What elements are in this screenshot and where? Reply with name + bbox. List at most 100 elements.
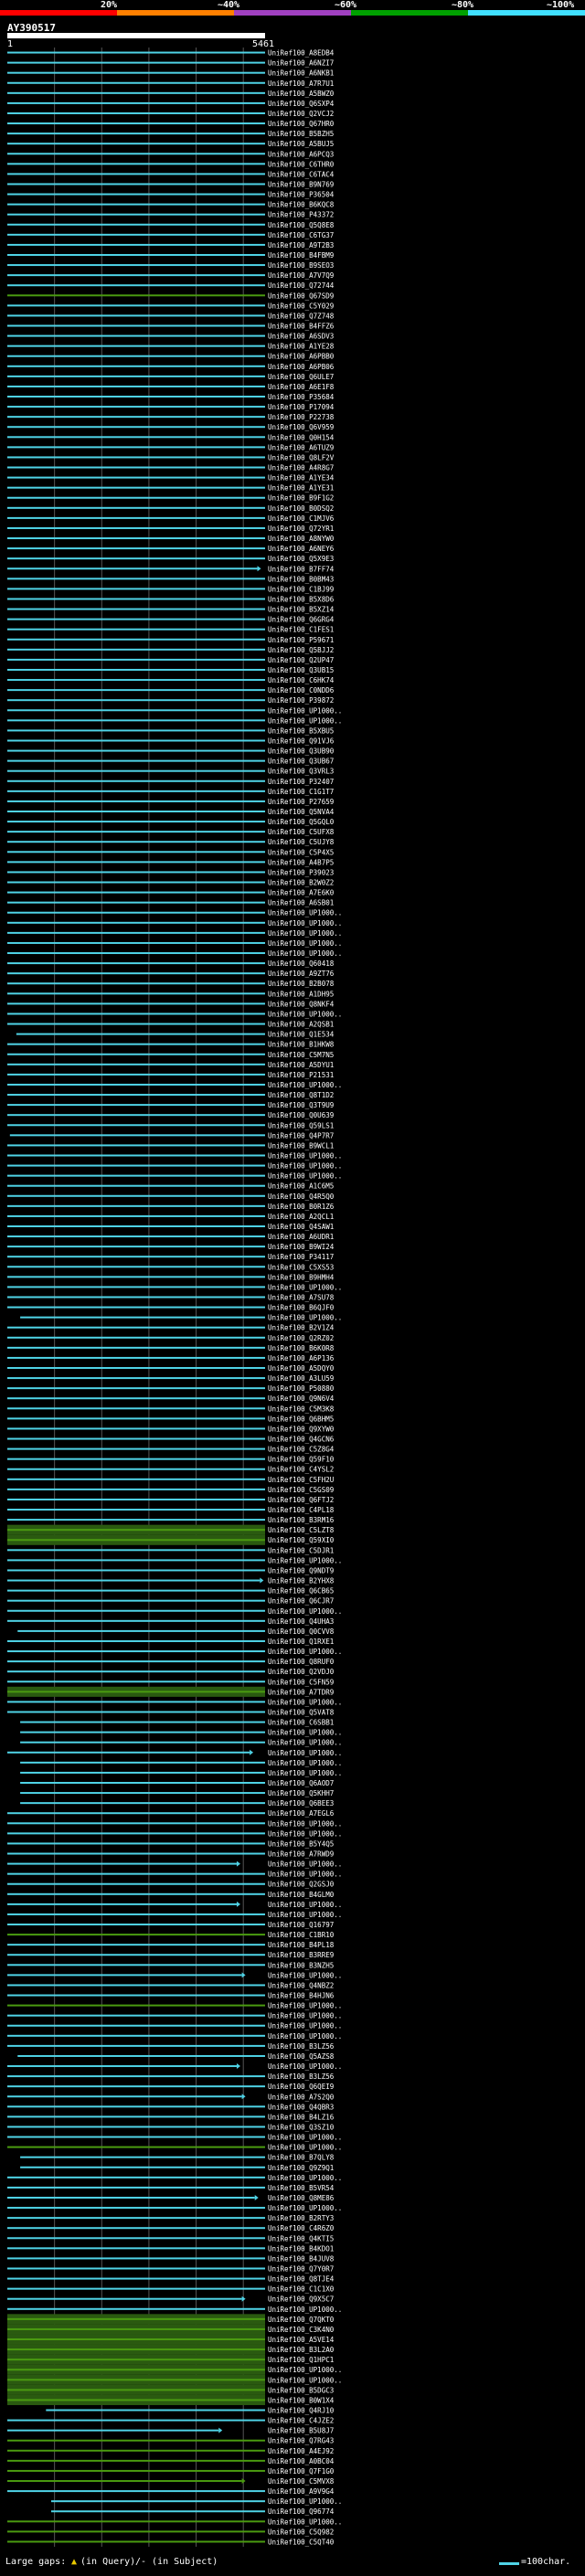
hit-label[interactable]: UniRef100_B5U8J7 [268,2427,334,2435]
hit-label[interactable]: UniRef100_Q6SXP4 [268,100,335,108]
hit-label[interactable]: UniRef100_UP1000.. [268,1819,342,1828]
hit-bar[interactable] [7,2287,265,2290]
hit-bar[interactable] [7,253,265,256]
hit-bar[interactable] [7,1447,265,1450]
hit-label[interactable]: UniRef100_C5Q982 [268,2528,334,2536]
hit-bar[interactable] [7,668,265,671]
hit-label[interactable]: UniRef100_A6P136 [268,1354,335,1362]
hit-label[interactable]: UniRef100_A0BC04 [268,2457,335,2465]
hit-label[interactable]: UniRef100_Q4QBR3 [268,2103,334,2111]
hit-label[interactable]: UniRef100_B5VR54 [268,2184,335,2192]
hit-bar[interactable] [7,486,265,489]
hit-label[interactable]: UniRef100_A7S2Q0 [268,2093,335,2101]
hit-bar[interactable] [7,466,265,469]
hit-label[interactable]: UniRef100_UP1000.. [268,1911,342,1919]
hit-bar[interactable] [7,2277,265,2280]
hit-label[interactable]: UniRef100_A1C6M5 [268,1182,334,1191]
hit-bar[interactable] [7,2227,265,2230]
hit-label[interactable]: UniRef100_B2YHX8 [268,1577,335,1585]
hit-bar[interactable] [7,1619,265,1622]
hit-label[interactable]: UniRef100_Q5GQL0 [268,818,335,826]
hit-label[interactable]: UniRef100_C5FN59 [268,1678,334,1686]
hit-bar[interactable] [7,2146,265,2148]
hit-bar[interactable] [7,557,265,560]
hit-label[interactable]: UniRef100_B3NZH5 [268,1961,334,1969]
hit-label[interactable]: UniRef100_Q0U639 [268,1111,334,1119]
hit-bar[interactable] [7,1519,265,1521]
hit-label[interactable]: UniRef100_B2RTY3 [268,2214,334,2222]
hit-label[interactable]: UniRef100_A8NYW0 [268,535,335,543]
hit-bar[interactable] [7,2176,265,2178]
hit-label[interactable]: UniRef100_Q5VAT8 [268,1708,335,1716]
hit-bar[interactable] [7,2105,265,2108]
hit-bar[interactable] [7,1822,265,1825]
hit-label[interactable]: UniRef100_UP1000.. [268,949,342,958]
hit-label[interactable]: UniRef100_A6E1F8 [268,383,335,391]
hit-bar[interactable] [7,1660,265,1663]
hit-label[interactable]: UniRef100_B5BZH5 [268,130,334,138]
hit-bar[interactable] [7,61,265,64]
hit-bar[interactable] [7,547,265,550]
hit-label[interactable]: UniRef100_C1FES1 [268,626,334,634]
hit-bar[interactable] [7,1437,265,1440]
hit-label[interactable]: UniRef100_A5DYU1 [268,1061,334,1069]
hit-bar[interactable] [7,304,265,307]
hit-bar[interactable] [7,1104,265,1107]
hit-label[interactable]: UniRef100_P22738 [268,413,335,421]
hit-bar[interactable] [7,223,265,226]
hit-bar[interactable] [7,1164,265,1167]
hit-label[interactable]: UniRef100_Q91VJ6 [268,737,335,745]
hit-label[interactable]: UniRef100_Q4GCN6 [268,1436,335,1444]
hit-label[interactable]: UniRef100_A6UDR1 [268,1233,334,1241]
hit-label[interactable]: UniRef100_UP1000.. [268,909,342,917]
hit-label[interactable]: UniRef100_UP1000.. [268,2518,342,2526]
hit-label[interactable]: UniRef100_B9HMH4 [268,1273,335,1281]
hit-label[interactable]: UniRef100_Q6QEI9 [268,2083,334,2091]
hit-bar[interactable] [7,1872,265,1875]
hit-label[interactable]: UniRef100_C5UFX8 [268,828,335,836]
hit-label[interactable]: UniRef100_Q5Q8E8 [268,221,335,229]
hit-bar[interactable] [7,811,265,813]
hit-label[interactable]: UniRef100_Q7QKT0 [268,2316,335,2324]
hit-label[interactable]: UniRef100_B9F1G2 [268,494,334,503]
hit-label[interactable]: UniRef100_Q6AOD7 [268,1779,334,1787]
hit-label[interactable]: UniRef100_A4EJ92 [268,2447,334,2455]
hit-bar[interactable] [7,133,265,135]
hit-bar[interactable] [7,1336,265,1339]
hit-bar[interactable] [7,2267,265,2270]
hit-label[interactable]: UniRef100_C3K4N0 [268,2326,335,2334]
hit-label[interactable]: UniRef100_Q2RZ02 [268,1334,334,1342]
hit-bar[interactable] [7,2540,265,2543]
hit-bar[interactable] [7,1367,265,1370]
hit-bar[interactable] [7,2014,265,2017]
hit-bar[interactable] [17,2054,266,2057]
hit-label[interactable]: UniRef100_P32407 [268,778,334,786]
hit-bar[interactable] [7,608,265,610]
hit-bar[interactable] [7,1954,265,1956]
hit-bar[interactable] [7,1609,265,1612]
hit-label[interactable]: UniRef100_UP1000.. [268,1283,342,1291]
hit-label[interactable]: UniRef100_Q4P7R7 [268,1131,334,1140]
hit-label[interactable]: UniRef100_A6NZI7 [268,59,334,68]
hit-label[interactable]: UniRef100_Q4UHA3 [268,1617,334,1626]
hit-bar[interactable] [20,1741,265,1744]
hit-bar[interactable] [7,648,265,651]
hit-bar[interactable] [7,1397,265,1400]
hit-label[interactable]: UniRef100_C0NDD6 [268,686,335,694]
hit-bar[interactable] [7,1549,265,1552]
hit-bar[interactable] [7,496,265,499]
hit-label[interactable]: UniRef100_UP1000.. [268,2144,342,2152]
hit-label[interactable]: UniRef100_B9N769 [268,180,334,188]
hit-bar[interactable] [20,1802,265,1805]
hit-label[interactable]: UniRef100_A3LU59 [268,1374,334,1383]
hit-label[interactable]: UniRef100_UP1000.. [268,2134,342,2142]
hit-label[interactable]: UniRef100_UP1000.. [268,1860,342,1869]
hit-bar[interactable] [7,1346,265,1349]
hit-label[interactable]: UniRef100_Q1RXE1 [268,1638,334,1646]
hit-label[interactable]: UniRef100_C5QT40 [268,2538,335,2546]
hit-label[interactable]: UniRef100_B1HKW8 [268,1041,335,1049]
hit-bar[interactable] [7,2186,265,2189]
hit-label[interactable]: UniRef100_UP1000.. [268,2002,342,2010]
hit-bar[interactable] [7,1944,265,1946]
hit-bar[interactable] [7,213,265,216]
